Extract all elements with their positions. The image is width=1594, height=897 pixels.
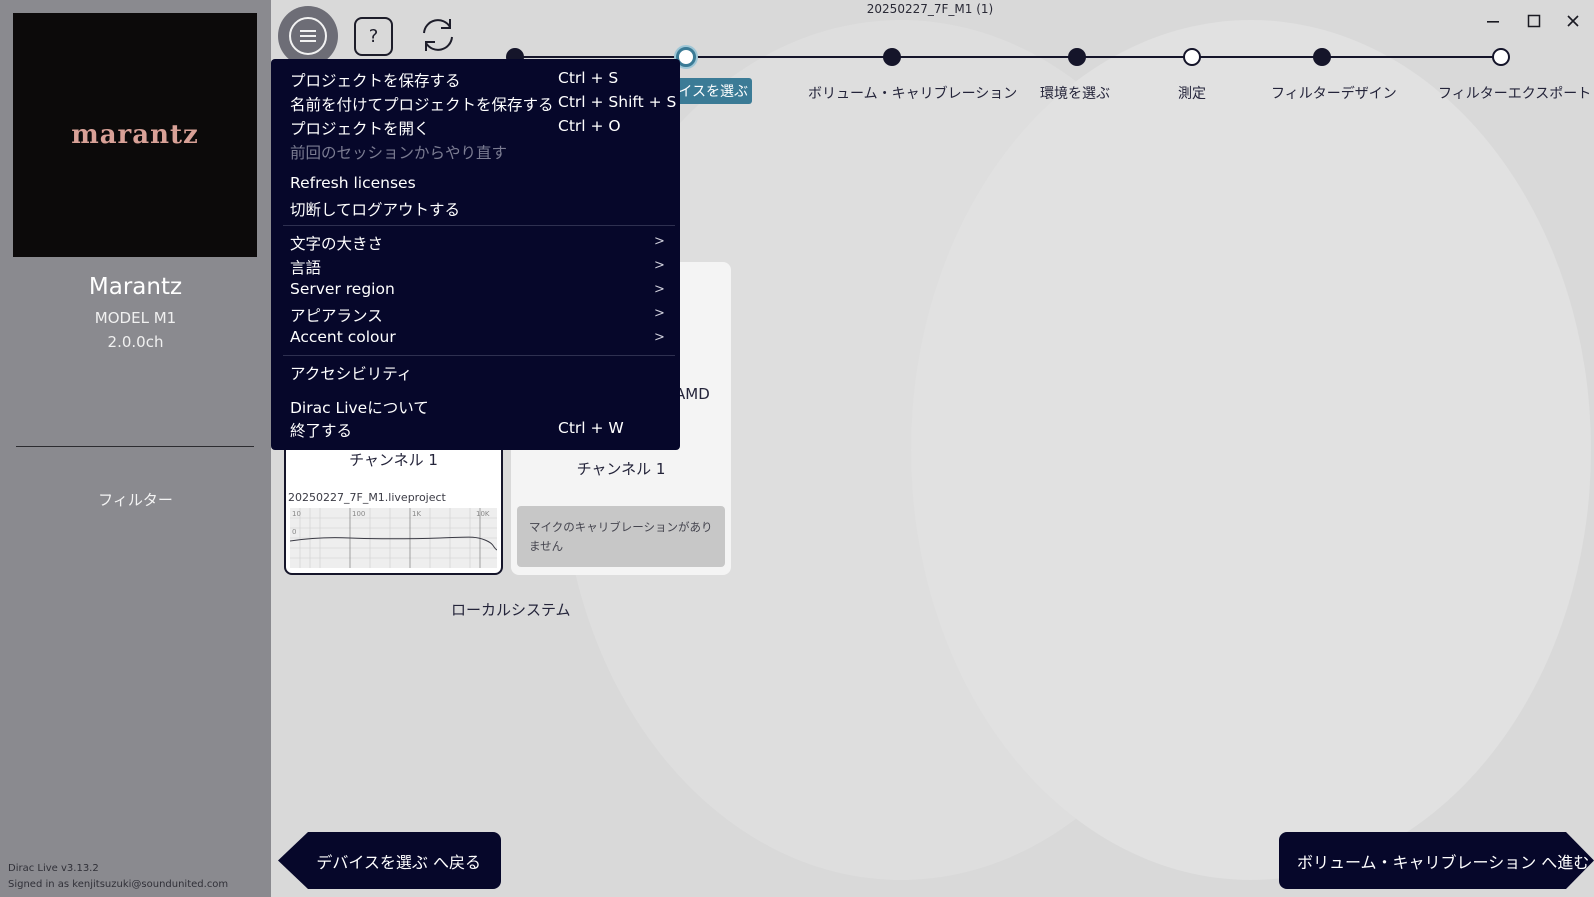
menu-item-save-project-as[interactable]: 名前を付けてプロジェクトを保存する xyxy=(290,93,554,115)
step-dot-select-environment[interactable] xyxy=(1068,48,1086,66)
filter-response-graph: 10 100 1K 10K 0 xyxy=(290,508,497,568)
step-dot-filter-design[interactable] xyxy=(1313,48,1331,66)
background-watermark-2 xyxy=(911,20,1591,880)
card-device-name-partial: AMD xyxy=(675,385,710,403)
shortcut-save-project: Ctrl + S xyxy=(558,69,619,87)
window-title: 20250227_7F_M1 (1) xyxy=(866,2,994,16)
sidebar-divider xyxy=(16,446,254,447)
main-menu-dropdown: プロジェクトを保存する Ctrl + S 名前を付けてプロジェクトを保存する C… xyxy=(271,59,680,450)
shortcut-save-project-as: Ctrl + Shift + S xyxy=(558,93,677,111)
step-label-filter-design[interactable]: フィルターデザイン xyxy=(1271,83,1397,103)
menu-button[interactable] xyxy=(278,6,338,66)
menu-item-appearance[interactable]: アピアランス xyxy=(290,304,383,326)
menu-divider xyxy=(283,355,675,356)
menu-item-accessibility[interactable]: アクセシビリティ xyxy=(290,362,412,384)
next-button[interactable]: ボリューム・キャリブレーション へ進む xyxy=(1279,832,1594,889)
card-channel-label: チャンネル 1 xyxy=(576,460,666,478)
menu-item-accent-colour[interactable]: Accent colour xyxy=(290,328,396,346)
card-project-name: 20250227_7F_M1.liveproject xyxy=(288,491,446,504)
step-label-filter-export[interactable]: フィルターエクスポート xyxy=(1438,83,1591,103)
submenu-arrow-icon: > xyxy=(654,330,665,345)
graph-tick-10: 10 xyxy=(292,510,301,518)
step-dot-volume-calibration[interactable] xyxy=(883,48,901,66)
sidebar: marantz Marantz MODEL M1 2.0.0ch フィルター D… xyxy=(0,0,271,897)
menu-item-font-size[interactable]: 文字の大きさ xyxy=(290,232,383,254)
next-button-label: ボリューム・キャリブレーション へ進む xyxy=(1297,852,1590,872)
mic-calibration-warning: マイクのキャリブレーションがありません xyxy=(517,506,725,567)
submenu-arrow-icon: > xyxy=(654,306,665,321)
shortcut-quit: Ctrl + W xyxy=(558,419,624,437)
menu-item-quit[interactable]: 終了する xyxy=(290,419,352,441)
graph-y-zero: 0 xyxy=(292,528,296,536)
step-label-select-environment[interactable]: 環境を選ぶ xyxy=(1040,83,1110,103)
marantz-logo: marantz xyxy=(71,120,199,150)
submenu-arrow-icon: > xyxy=(654,282,665,297)
device-name: Marantz xyxy=(88,274,183,300)
help-button[interactable]: ? xyxy=(354,17,393,56)
signed-in-status: Signed in as kenjitsuzuki@soundunited.co… xyxy=(8,879,229,890)
menu-item-logout[interactable]: 切断してログアウトする xyxy=(290,198,460,220)
graph-tick-100: 100 xyxy=(352,510,365,518)
menu-item-about[interactable]: Dirac Liveについて xyxy=(290,396,429,418)
hamburger-icon xyxy=(289,17,327,55)
menu-item-server-region[interactable]: Server region xyxy=(290,280,395,298)
close-button[interactable] xyxy=(1562,10,1584,32)
refresh-button[interactable] xyxy=(416,13,460,57)
sidebar-filter-label: フィルター xyxy=(98,491,173,509)
menu-item-restore-session[interactable]: 前回のセッションからやり直す xyxy=(290,141,507,163)
back-button-label: デバイスを選ぶ へ戻る xyxy=(316,852,481,872)
menu-item-open-project[interactable]: プロジェクトを開く xyxy=(290,117,430,139)
card-channel-label: チャンネル 1 xyxy=(349,451,438,469)
device-logo: marantz xyxy=(13,13,257,257)
step-dot-filter-export[interactable] xyxy=(1492,48,1510,66)
minimize-icon xyxy=(1487,21,1499,23)
menu-item-save-project[interactable]: プロジェクトを保存する xyxy=(290,69,461,91)
shortcut-open-project: Ctrl + O xyxy=(558,117,621,135)
step-label-volume-calibration[interactable]: ボリューム・キャリブレーション xyxy=(808,83,1017,103)
minimize-button[interactable] xyxy=(1482,10,1504,32)
app-version: Dirac Live v3.13.2 xyxy=(8,863,99,874)
step-label-select-device[interactable]: デバイスを選ぶ xyxy=(676,78,752,104)
step-label-measurement[interactable]: 測定 xyxy=(1178,83,1206,103)
refresh-icon xyxy=(423,19,453,51)
maximize-icon xyxy=(1527,14,1541,28)
device-model: MODEL M1 xyxy=(94,309,177,327)
device-channels: 2.0.0ch xyxy=(107,333,164,351)
menu-divider xyxy=(283,225,675,226)
maximize-button[interactable] xyxy=(1523,10,1545,32)
graph-tick-10k: 10K xyxy=(476,510,490,518)
progress-line xyxy=(514,56,1500,58)
step-dot-measurement[interactable] xyxy=(1183,48,1201,66)
graph-tick-1k: 1K xyxy=(412,510,421,518)
close-icon xyxy=(1567,15,1579,27)
submenu-arrow-icon: > xyxy=(654,234,665,249)
local-system-label: ローカルシステム xyxy=(451,601,571,619)
submenu-arrow-icon: > xyxy=(654,258,665,273)
back-button[interactable]: デバイスを選ぶ へ戻る xyxy=(278,832,501,889)
menu-item-refresh-licenses[interactable]: Refresh licenses xyxy=(290,174,416,192)
menu-item-language[interactable]: 言語 xyxy=(290,256,321,278)
help-icon: ? xyxy=(368,26,379,47)
